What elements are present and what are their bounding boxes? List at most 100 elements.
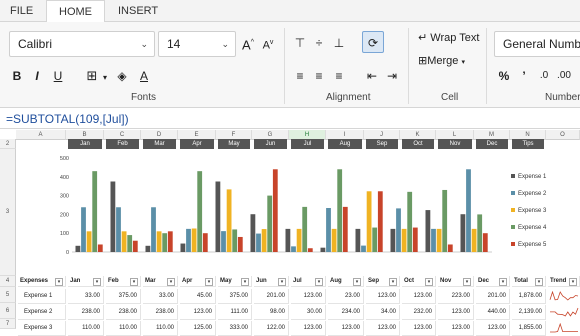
filter-dropdown-icon[interactable]: ▾ [167,277,175,286]
filter-dropdown-icon[interactable]: ▾ [130,277,138,286]
month-header-cell[interactable]: Apr [180,139,214,149]
table-total-cell[interactable]: 2,139.00 [512,305,546,320]
filter-dropdown-icon[interactable]: ▾ [425,277,433,286]
table-cell[interactable]: 123.00 [402,289,436,304]
tab-file[interactable]: FILE [4,0,39,22]
font-color-icon[interactable]: A [136,68,152,84]
table-cell[interactable]: 201.00 [476,289,510,304]
table-header-cell[interactable]: Jun ▾ [254,276,289,287]
table-cell[interactable]: 123.00 [438,305,474,320]
row-header[interactable]: 4 [0,276,16,287]
table-header-cell[interactable]: Total ▾ [512,276,546,287]
table-cell[interactable]: 123.00 [366,289,400,304]
comma-style-icon[interactable]: ’ [516,68,532,84]
align-center-icon[interactable]: ≡ [311,68,327,84]
table-header-cell[interactable]: Trend ▾ [548,276,580,287]
table-header-cell[interactable]: May ▾ [218,276,252,287]
filter-dropdown-icon[interactable]: ▾ [241,277,249,286]
tab-insert[interactable]: INSERT [108,0,168,22]
align-middle-icon[interactable]: ÷ [311,35,327,51]
month-header-cell[interactable]: Oct [402,139,434,149]
table-cell[interactable]: 232.00 [402,305,436,320]
table-cell[interactable]: 238.00 [106,305,141,320]
filter-dropdown-icon[interactable]: ▾ [463,277,471,286]
table-cell[interactable]: 234.00 [328,305,364,320]
month-header-cell[interactable]: Nov [438,139,472,149]
filter-dropdown-icon[interactable]: ▾ [353,277,361,286]
filter-dropdown-icon[interactable]: ▾ [93,277,101,286]
table-header-cell[interactable]: Apr ▾ [180,276,216,287]
underline-icon[interactable]: U [50,68,66,84]
filter-dropdown-icon[interactable]: ▾ [499,277,507,286]
table-cell[interactable]: 123.00 [291,289,326,304]
italic-icon[interactable]: I [29,68,45,84]
table-cell[interactable]: 30.00 [291,305,326,320]
font-name-select[interactable]: Calibri ⌄ [9,31,155,57]
align-left-icon[interactable]: ≡ [292,68,308,84]
align-top-icon[interactable]: ⊤ [292,35,308,51]
table-total-cell[interactable]: 1,878.00 [512,289,546,304]
decrease-indent-icon[interactable]: ⇤ [364,68,380,84]
increase-indent-icon[interactable]: ⇥ [384,68,400,84]
grow-font-icon[interactable]: A^ [240,35,256,52]
table-row-label[interactable]: Expense 2 [18,305,66,320]
filter-dropdown-icon[interactable]: ▾ [535,277,543,286]
number-format-select[interactable]: General Number [494,31,580,57]
month-header-cell[interactable]: Dec [476,139,508,149]
table-row-label[interactable]: Expense 1 [18,289,66,304]
percent-icon[interactable]: % [496,68,512,84]
row-header[interactable]: 5 [0,287,16,303]
month-header-cell[interactable]: Jan [68,139,102,149]
table-cell[interactable]: 238.00 [143,305,178,320]
filter-dropdown-icon[interactable]: ▾ [55,277,63,286]
table-header-cell[interactable]: Jan ▾ [68,276,104,287]
table-cell[interactable]: 123.00 [180,305,216,320]
row-header[interactable]: 2 [0,139,16,149]
shrink-font-icon[interactable]: Av [260,35,276,52]
formula-bar[interactable]: =SUBTOTAL(109,[Jul]) [0,109,580,129]
table-cell[interactable]: 34.00 [366,305,400,320]
month-header-cell[interactable]: May [218,139,250,149]
filter-dropdown-icon[interactable]: ▾ [315,277,323,286]
tab-home[interactable]: HOME [46,0,105,23]
table-header-cell[interactable]: Oct ▾ [402,276,436,287]
table-cell[interactable]: 440.00 [476,305,510,320]
table-cell[interactable]: 45.00 [180,289,216,304]
table-header-cell[interactable]: Jul ▾ [291,276,326,287]
chevron-down-icon[interactable]: ▾ [97,70,113,86]
table-header-cell[interactable]: Expenses ▾ [18,276,66,287]
merge-button[interactable]: ⊞Merge ▾ [418,54,465,67]
column-header[interactable]: O [546,130,580,140]
month-header-cell[interactable]: Sep [366,139,398,149]
align-bottom-icon[interactable]: ⊥ [331,35,347,51]
filter-dropdown-icon[interactable]: ▾ [389,277,397,286]
increase-decimal-icon[interactable]: .0 [536,68,552,84]
month-header-cell[interactable]: Jun [254,139,287,149]
decrease-decimal-icon[interactable]: .00 [556,68,572,84]
row-header[interactable]: 3 [0,149,16,276]
table-header-cell[interactable]: Nov ▾ [438,276,474,287]
bar-chart[interactable]: 0 100 200 300 400 500 Expense 1 Expense 2 Expens… [52,152,572,276]
wrap-text-button[interactable]: ↵ Wrap Text [418,31,479,44]
column-header[interactable]: A [16,130,66,140]
table-cell[interactable]: 23.00 [328,289,364,304]
table-header-cell[interactable]: Feb ▾ [106,276,141,287]
table-cell[interactable]: 98.00 [254,305,289,320]
font-size-select[interactable]: 14 ⌄ [158,31,236,57]
month-header-cell[interactable]: Tips [512,139,544,149]
bold-icon[interactable]: B [9,68,25,84]
fill-color-icon[interactable]: ◈ [114,68,130,84]
table-cell[interactable]: 33.00 [68,289,104,304]
month-header-cell[interactable]: Feb [106,139,139,149]
table-cell[interactable]: 111.00 [218,305,252,320]
table-header-cell[interactable]: Sep ▾ [366,276,400,287]
table-cell[interactable]: 375.00 [106,289,141,304]
row-header[interactable]: 7 [0,319,16,329]
align-right-icon[interactable]: ≡ [331,68,347,84]
table-cell[interactable]: 375.00 [218,289,252,304]
orientation-icon[interactable]: ⟳ [362,31,384,53]
table-cell[interactable]: 238.00 [68,305,104,320]
table-header-cell[interactable]: Dec ▾ [476,276,510,287]
table-cell[interactable]: 223.00 [438,289,474,304]
month-header-cell[interactable]: Aug [328,139,362,149]
